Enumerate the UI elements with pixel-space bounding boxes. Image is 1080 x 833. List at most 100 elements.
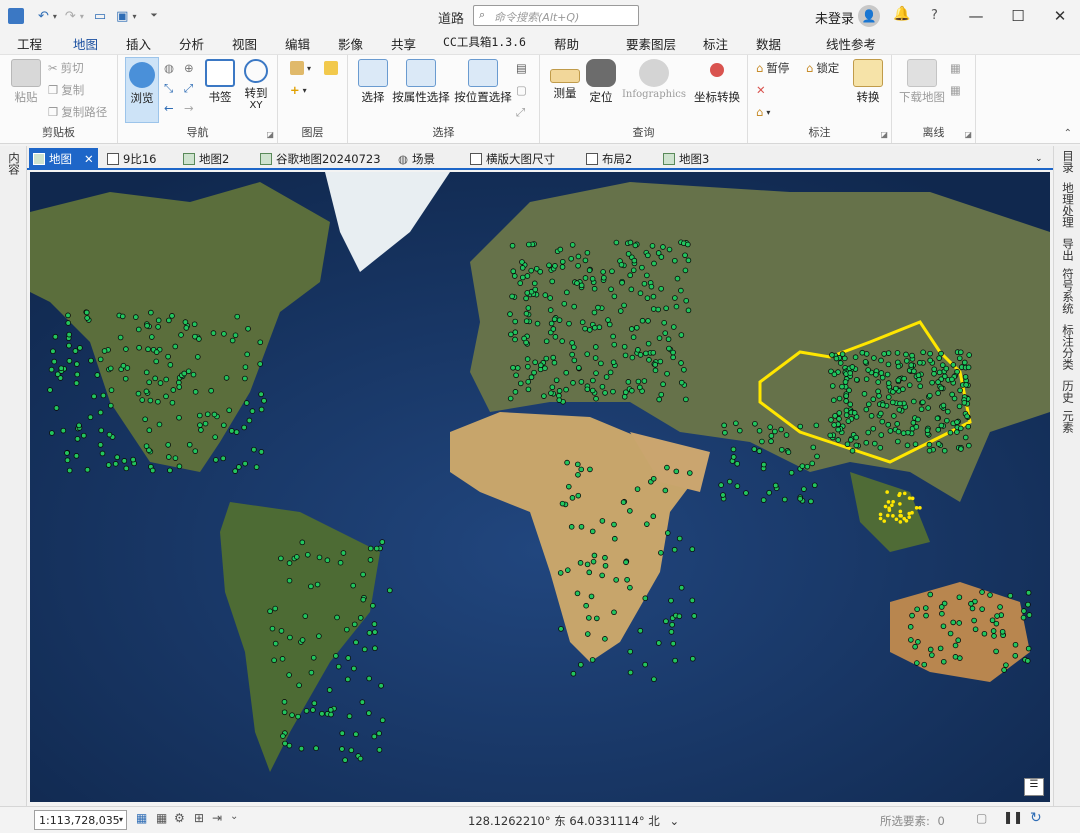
grid-icon[interactable]: ▦ (136, 811, 147, 825)
table-grid-icon[interactable]: ▦ (156, 811, 167, 825)
navigate-launcher-icon[interactable]: ◪ (266, 130, 274, 139)
scale-selector[interactable]: 1:113,728,035 ▾ (34, 810, 127, 830)
tab-project[interactable]: 工程 (17, 34, 42, 53)
add-data-button[interactable] (324, 59, 338, 77)
catalog-pane-tab[interactable]: 目录 (1060, 150, 1076, 173)
zoom-in-fixed-button[interactable]: ⤡ (164, 79, 173, 97)
previous-extent-button[interactable]: ⊕ (184, 59, 194, 77)
convert-labels-button[interactable]: 转换 (850, 59, 886, 105)
open-folder-icon[interactable]: ▭ (94, 9, 106, 24)
map-view[interactable]: ☰ (30, 172, 1050, 802)
locate-button[interactable]: 定位 (584, 59, 618, 105)
select-button[interactable]: 选择 (358, 59, 388, 105)
infographics-button[interactable]: Infographics (620, 59, 688, 100)
tab-feature-layer[interactable]: 要素图层 (626, 34, 676, 53)
history-pane-tab[interactable]: 历史 (1060, 380, 1076, 403)
doc-tab-google-map[interactable]: 谷歌地图20240723 (260, 148, 381, 169)
paste-button[interactable]: 粘贴 (8, 59, 44, 105)
basemap-button[interactable]: ▾ (290, 59, 311, 77)
zoom-to-selection-button[interactable]: ⤢ (516, 103, 525, 121)
layout-icon[interactable]: ▣ (116, 9, 128, 24)
close-button[interactable]: ✕ (1040, 4, 1080, 28)
snapping-icon[interactable]: ⚙ (174, 811, 185, 825)
explore-button[interactable]: 浏览 (125, 57, 159, 123)
redo-icon[interactable]: ↷ (65, 9, 76, 24)
constraints-icon[interactable]: ⊞ (194, 811, 204, 825)
minimize-button[interactable]: — (956, 4, 996, 28)
offline-launcher-icon[interactable]: ◪ (964, 130, 972, 139)
attributes-button[interactable]: ▤ (516, 59, 527, 77)
tab-insert[interactable]: 插入 (126, 34, 151, 53)
maximize-button[interactable]: ☐ (998, 4, 1038, 28)
lock-labels-button[interactable]: ⌂ 锁定 (806, 59, 839, 77)
more-labels-button[interactable]: ⌂ ▾ (756, 103, 770, 121)
sync-button[interactable]: ▦ (950, 59, 961, 77)
doc-tab-map3[interactable]: 地图3 (663, 148, 709, 169)
undo-dropdown-icon[interactable]: ▾ (53, 12, 57, 21)
doc-tab-layout2[interactable]: 布局2 (586, 148, 632, 169)
avatar[interactable]: 👤 (858, 5, 880, 27)
tab-share[interactable]: 共享 (391, 34, 416, 53)
undo-icon[interactable]: ↶ (38, 9, 49, 24)
select-by-attributes-button[interactable]: 按属性选择 (392, 59, 450, 105)
measure-button[interactable]: 测量 (548, 59, 582, 101)
tab-view[interactable]: 视图 (232, 34, 257, 53)
tab-linear-referencing[interactable]: 线性参考 (826, 34, 876, 53)
correction-icon[interactable]: ⇥ (212, 811, 222, 825)
notification-bell-icon[interactable]: 🔔 (893, 6, 910, 24)
map-tip-icon[interactable]: ☰ (1024, 778, 1044, 796)
forward-button[interactable]: → (184, 99, 194, 117)
symbology-pane-tab[interactable]: 符号系统 (1060, 268, 1076, 314)
refresh-map-icon[interactable]: ↻ (1030, 810, 1042, 826)
clear-selection-button[interactable]: ▢ (516, 81, 527, 99)
remove-offline-button[interactable]: ▦ (950, 81, 961, 99)
status-dropdown-icon[interactable]: ⌄ (230, 811, 238, 822)
tab-data[interactable]: 数据 (756, 34, 781, 53)
coordinates-dropdown-icon[interactable]: ⌄ (669, 814, 679, 828)
back-button[interactable]: ← (164, 99, 174, 117)
pause-labels-button[interactable]: ⌂ 暂停 (756, 59, 789, 77)
tab-map[interactable]: 地图 (73, 34, 99, 56)
unplaced-labels-button[interactable]: ✕ (756, 81, 766, 99)
element-pane-tab[interactable]: 元素 (1060, 410, 1076, 433)
tab-analysis[interactable]: 分析 (179, 34, 204, 53)
tab-labeling[interactable]: 标注 (703, 34, 728, 53)
command-search-input[interactable]: ⌕ 命令搜索(Alt+Q) (473, 5, 639, 26)
tab-edit[interactable]: 编辑 (285, 34, 310, 53)
refresh-selection-icon[interactable]: ▢ (976, 811, 987, 825)
contents-pane-tab[interactable]: 内容 (6, 152, 22, 175)
zoom-out-fixed-button[interactable]: ⤢ (184, 79, 193, 97)
tab-help[interactable]: 帮助 (554, 34, 579, 53)
doc-tab-map2[interactable]: 地图2 (183, 148, 229, 169)
doc-tab-map[interactable]: 地图 ✕ (29, 148, 98, 169)
coordinate-convert-button[interactable]: 坐标转换 (690, 59, 744, 105)
help-icon[interactable]: ? (931, 8, 938, 23)
project-icon[interactable] (8, 8, 24, 24)
doc-tab-landscape[interactable]: 横版大图尺寸 (470, 148, 555, 169)
redo-dropdown-icon[interactable]: ▾ (80, 12, 84, 21)
copy-path-button[interactable]: ❐ 复制路径 (48, 103, 107, 121)
goto-xy-button[interactable]: 转到 XY (240, 59, 272, 111)
cut-button[interactable]: ✂ 剪切 (48, 59, 84, 77)
geoprocessing-pane-tab[interactable]: 地理处理 (1060, 182, 1076, 228)
copy-button[interactable]: ❐ 复制 (48, 81, 84, 99)
tab-cc-toolbox[interactable]: CC工具箱1.3.6 (443, 34, 526, 50)
pause-drawing-icon[interactable]: ❚❚ (1003, 810, 1023, 824)
doc-tab-9by16[interactable]: 9比16 (107, 148, 156, 169)
download-map-button[interactable]: 下载地图 (898, 59, 946, 105)
close-tab-icon[interactable]: ✕ (84, 152, 94, 166)
full-extent-button[interactable]: ◍ (164, 59, 174, 77)
layout-dropdown-icon[interactable]: ▾ (132, 12, 136, 21)
customize-toolbar-icon[interactable]: ⏷ (150, 11, 157, 21)
tab-list-dropdown-icon[interactable]: ⌄ (1035, 148, 1043, 169)
bookmarks-button[interactable]: 书签 (204, 59, 236, 105)
add-layer-button[interactable]: + ▾ (290, 81, 307, 99)
tab-imagery[interactable]: 影像 (338, 34, 363, 53)
collapse-ribbon-icon[interactable]: ⌃ (1064, 128, 1072, 139)
sign-in-link[interactable]: 未登录 (815, 8, 854, 27)
label-class-pane-tab[interactable]: 标注分类 (1060, 324, 1076, 370)
labeling-launcher-icon[interactable]: ◪ (880, 130, 888, 139)
export-pane-tab[interactable]: 导出 (1060, 238, 1076, 261)
doc-tab-scene[interactable]: ◍ 场景 (398, 148, 435, 169)
select-by-location-button[interactable]: 按位置选择 (454, 59, 512, 105)
